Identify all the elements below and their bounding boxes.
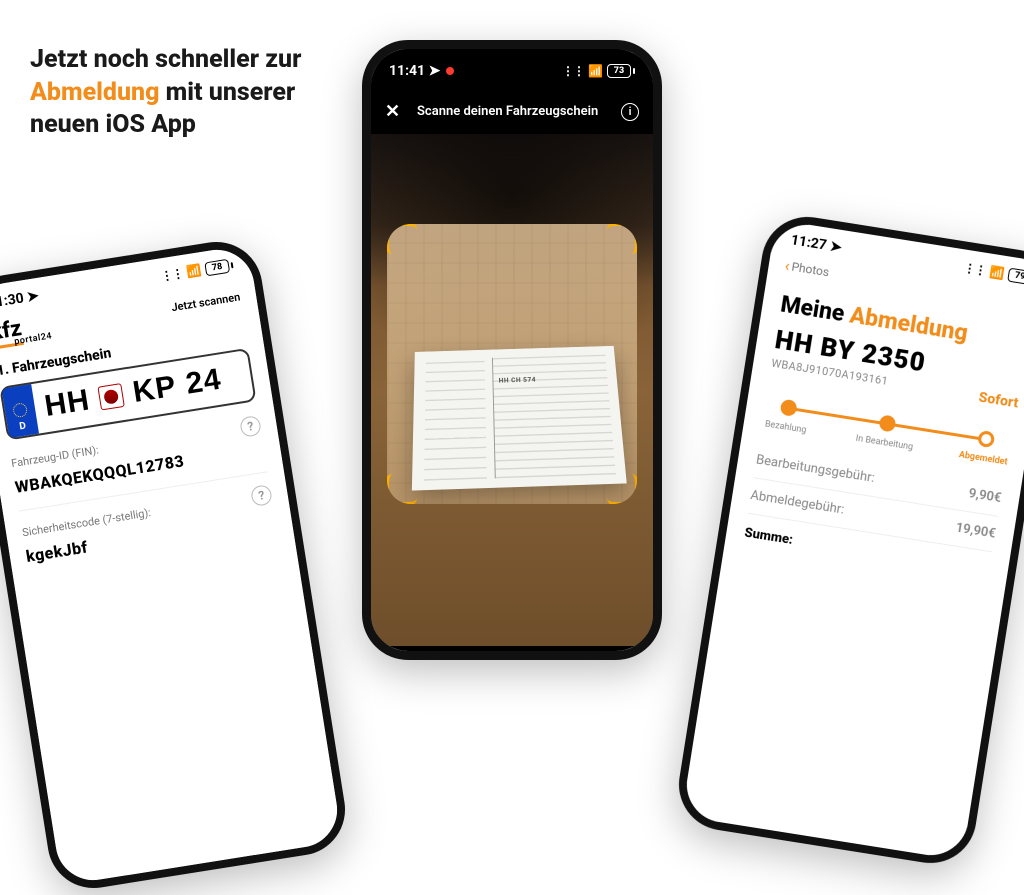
scanned-document: HH CH 574 (412, 346, 627, 491)
eu-stars-icon (12, 402, 28, 418)
step-label-processing: In Bearbeitung (855, 434, 914, 453)
location-icon: ➤ (26, 288, 40, 306)
info-icon[interactable]: i (621, 103, 639, 121)
wifi-icon: 📶 (186, 263, 203, 279)
signal-icon: ⋮⋮ (562, 64, 584, 78)
headline-line-2-rest: mit unserer (159, 78, 295, 107)
plate-part-1: HH (42, 383, 92, 424)
help-icon[interactable]: ? (239, 415, 262, 438)
location-icon: ➤ (429, 63, 441, 79)
recording-indicator-icon (446, 67, 454, 75)
camera-viewport[interactable]: HH CH 574 (371, 134, 653, 646)
scan-frame: HH CH 574 (387, 224, 637, 504)
promo-headline: Jetzt noch schneller zur Abmeldung mit u… (30, 44, 301, 142)
signal-icon: ⋮⋮ (963, 261, 987, 278)
signal-icon: ⋮⋮ (160, 266, 184, 283)
wifi-icon: 📶 (988, 265, 1005, 281)
plate-part-2: KP (131, 370, 179, 410)
location-icon: ➤ (829, 238, 843, 256)
kfz-logo: kfz portal24 (0, 315, 53, 350)
status-time: 11:27 (790, 232, 828, 253)
step-dot-payment (780, 399, 798, 417)
headline-line-3: neuen iOS App (30, 110, 196, 139)
phone-mockup-left: 11:30 ➤ ⋮⋮ 📶 78 kfz portal24 Jetzt scann… (0, 235, 352, 894)
close-icon[interactable]: ✕ (385, 101, 403, 122)
scan-now-link[interactable]: Jetzt scannen (171, 291, 242, 315)
battery-icon: 78 (204, 258, 234, 276)
scan-header: ✕ Scanne deinen Fahrzeugschein i (371, 89, 653, 134)
step-label-done: Abgemeldet (958, 450, 1008, 468)
registration-sticker-icon (98, 383, 125, 410)
step-label-payment: Bezahlung (764, 419, 807, 435)
status-time: 11:30 (0, 290, 25, 311)
headline-accent: Abmeldung (30, 78, 159, 107)
battery-icon: 73 (607, 64, 635, 78)
scan-title: Scanne deinen Fahrzeugschein (417, 104, 598, 119)
phone-mockup-center: 11:41 ➤ ⋮⋮ 📶 73 ✕ Scanne deinen Fahrzeug… (362, 40, 662, 660)
step-dot-done (977, 430, 995, 448)
eu-plate-strip: D (2, 384, 39, 438)
status-time: 11:41 (389, 63, 425, 79)
step-dot-processing (878, 414, 896, 432)
headline-line-1: Jetzt noch schneller zur (30, 45, 301, 74)
wifi-icon: 📶 (588, 64, 603, 78)
plate-part-3: 24 (184, 362, 224, 401)
phone-mockup-right: 11:27 ➤ ⋮⋮ 📶 79 ‹Photos Meine Abmeldung … (672, 210, 1024, 869)
help-icon[interactable]: ? (250, 484, 273, 507)
doc-plate-text: HH CH 574 (499, 377, 536, 385)
battery-icon: 79 (1007, 268, 1024, 286)
status-bar: 11:41 ➤ ⋮⋮ 📶 73 (371, 49, 653, 89)
